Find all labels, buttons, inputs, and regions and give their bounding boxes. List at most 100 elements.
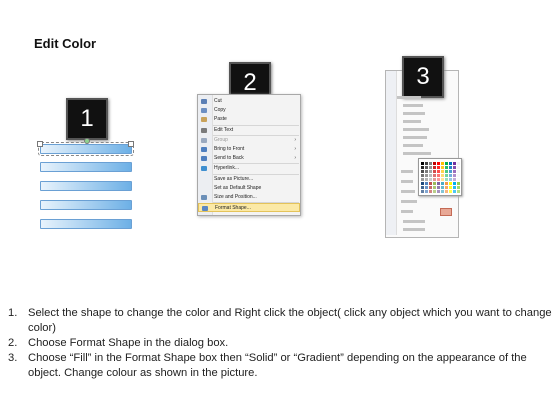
color-swatch[interactable] [429, 186, 432, 189]
color-swatch[interactable] [433, 178, 436, 181]
color-swatch[interactable] [449, 186, 452, 189]
color-swatch[interactable] [453, 170, 456, 173]
color-swatch[interactable] [445, 186, 448, 189]
rotate-handle[interactable] [84, 138, 90, 144]
color-swatch[interactable] [433, 182, 436, 185]
color-swatch[interactable] [429, 162, 432, 165]
color-swatch[interactable] [441, 162, 444, 165]
dialog-option-line[interactable] [401, 170, 413, 173]
color-swatch[interactable] [445, 174, 448, 177]
color-swatch[interactable] [457, 170, 460, 173]
resize-handle[interactable] [128, 141, 134, 147]
color-swatch[interactable] [453, 166, 456, 169]
selected-shape-bar[interactable] [38, 142, 134, 156]
color-swatch[interactable] [449, 162, 452, 165]
color-swatch[interactable] [421, 186, 424, 189]
menu-item-size-and-position[interactable]: Size and Position... [198, 193, 300, 202]
dialog-option-line[interactable] [401, 190, 415, 193]
menu-item-edit-text[interactable]: Edit Text [198, 126, 300, 135]
dialog-option-line[interactable] [403, 128, 429, 131]
color-swatch[interactable] [421, 170, 424, 173]
color-swatch[interactable] [429, 178, 432, 181]
color-swatch[interactable] [453, 182, 456, 185]
color-swatch[interactable] [441, 174, 444, 177]
color-swatch[interactable] [441, 178, 444, 181]
menu-item-send-to-back[interactable]: Send to Back › [198, 154, 300, 163]
color-swatch[interactable] [433, 166, 436, 169]
color-swatch[interactable] [457, 178, 460, 181]
color-swatch[interactable] [457, 186, 460, 189]
color-swatch[interactable] [425, 182, 428, 185]
color-swatch[interactable] [429, 170, 432, 173]
color-swatch[interactable] [433, 190, 436, 193]
dialog-option-line[interactable] [403, 220, 425, 223]
color-swatch[interactable] [445, 182, 448, 185]
color-swatch[interactable] [441, 182, 444, 185]
color-swatch[interactable] [437, 186, 440, 189]
color-swatch[interactable] [425, 190, 428, 193]
menu-item-group[interactable]: Group › [198, 136, 300, 145]
dialog-option-line[interactable] [403, 144, 423, 147]
color-swatch[interactable] [453, 162, 456, 165]
color-swatch[interactable] [425, 186, 428, 189]
color-swatch[interactable] [445, 162, 448, 165]
dialog-option-line[interactable] [403, 112, 425, 115]
color-swatch[interactable] [421, 166, 424, 169]
color-swatch[interactable] [453, 190, 456, 193]
dialog-option-line[interactable] [397, 96, 421, 99]
menu-item-save-as-picture[interactable]: Save as Picture... [198, 175, 300, 184]
color-swatch[interactable] [433, 174, 436, 177]
color-swatch[interactable] [449, 178, 452, 181]
resize-handle[interactable] [37, 141, 43, 147]
shape-bar[interactable] [40, 200, 132, 210]
color-swatch[interactable] [445, 178, 448, 181]
color-swatch[interactable] [433, 186, 436, 189]
color-swatch[interactable] [433, 162, 436, 165]
color-swatch[interactable] [441, 190, 444, 193]
color-swatch[interactable] [453, 174, 456, 177]
menu-item-paste[interactable]: Paste [198, 115, 300, 124]
color-swatch[interactable] [445, 170, 448, 173]
dialog-option-line[interactable] [401, 180, 413, 183]
color-swatch[interactable] [441, 186, 444, 189]
color-swatch[interactable] [425, 166, 428, 169]
shape-bar[interactable] [40, 181, 132, 191]
color-swatch[interactable] [421, 174, 424, 177]
color-swatch[interactable] [437, 174, 440, 177]
color-swatch[interactable] [421, 178, 424, 181]
color-swatch[interactable] [421, 162, 424, 165]
color-swatch[interactable] [421, 182, 424, 185]
menu-item-bring-to-front[interactable]: Bring to Front › [198, 145, 300, 154]
color-swatch[interactable] [437, 170, 440, 173]
color-swatch[interactable] [457, 174, 460, 177]
dialog-option-line[interactable] [403, 120, 421, 123]
color-swatch[interactable] [449, 190, 452, 193]
color-swatch[interactable] [457, 166, 460, 169]
color-dropdown-button[interactable] [440, 208, 452, 216]
color-swatch[interactable] [449, 170, 452, 173]
color-swatch[interactable] [437, 190, 440, 193]
color-swatch[interactable] [441, 170, 444, 173]
color-swatch[interactable] [421, 190, 424, 193]
color-swatch[interactable] [441, 166, 444, 169]
context-menu[interactable]: Cut Copy Paste Edit Text Group › Bring to Fron… [197, 94, 301, 216]
shape-bar[interactable] [40, 162, 132, 172]
color-swatch[interactable] [437, 182, 440, 185]
color-swatch[interactable] [457, 182, 460, 185]
color-swatch[interactable] [437, 162, 440, 165]
dialog-option-line[interactable] [401, 210, 413, 213]
color-swatch[interactable] [429, 182, 432, 185]
color-swatch[interactable] [437, 166, 440, 169]
color-swatch[interactable] [457, 162, 460, 165]
color-swatch[interactable] [449, 174, 452, 177]
menu-item-hyperlink[interactable]: Hyperlink... [198, 164, 300, 173]
color-swatch[interactable] [449, 166, 452, 169]
dialog-option-line[interactable] [403, 136, 427, 139]
color-swatch[interactable] [445, 190, 448, 193]
color-swatch[interactable] [425, 162, 428, 165]
dialog-option-line[interactable] [403, 152, 431, 155]
menu-item-copy[interactable]: Copy [198, 106, 300, 115]
dialog-option-line[interactable] [403, 104, 423, 107]
color-swatch[interactable] [433, 170, 436, 173]
color-swatch[interactable] [429, 166, 432, 169]
